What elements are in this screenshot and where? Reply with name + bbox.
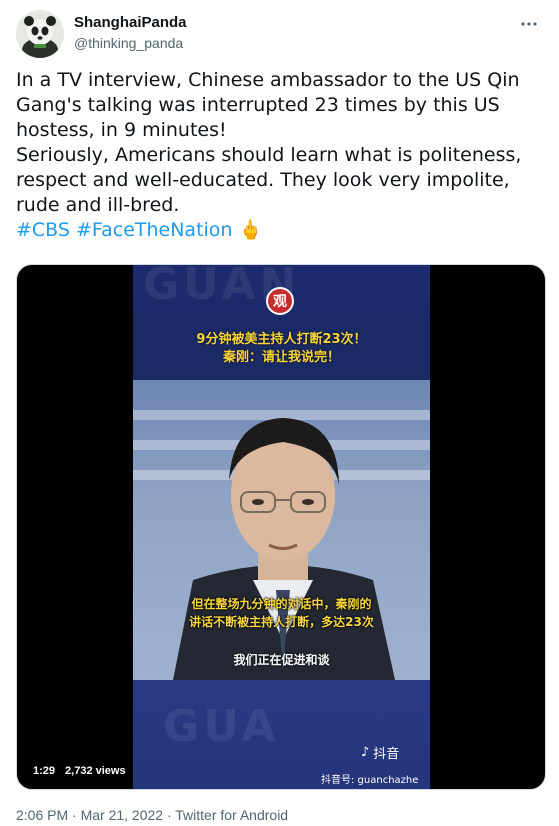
video-duration: 1:29 — [33, 765, 56, 777]
tiktok-id: 抖音号: guanchazhe — [321, 775, 419, 786]
hashtag-cbs[interactable]: #CBS — [16, 219, 70, 241]
video-player[interactable]: GUAN GUA 观 9分钟被美主持人打断23次！ 秦刚：请让我说完！ 但在整场… — [16, 264, 546, 790]
headline-line-2: 秦刚：请让我说完！ — [222, 350, 340, 365]
background-watermark-bottom: GUA — [163, 701, 280, 752]
more-options-button[interactable] — [517, 12, 541, 36]
hashtag-facethenation[interactable]: #FaceTheNation — [76, 219, 232, 241]
avatar[interactable] — [16, 10, 64, 58]
video-scene — [133, 380, 430, 680]
channel-logo: 观 — [266, 287, 294, 315]
display-name[interactable]: ShanghaiPanda — [74, 14, 187, 32]
tweet-paragraph-2: Seriously, Americans should learn what i… — [16, 144, 522, 216]
tweet-header: ShanghaiPanda @thinking_panda — [16, 6, 543, 58]
video-headline: 9分钟被美主持人打断23次！ 秦刚：请让我说完！ — [133, 331, 430, 367]
middle-finger-emoji: 🖕 — [238, 219, 263, 241]
tiktok-watermark: ♪ 抖音 — [361, 743, 399, 762]
tweet-paragraph-1: In a TV interview, Chinese ambassador to… — [16, 69, 520, 141]
tiktok-icon: ♪ — [361, 745, 370, 760]
headline-line-1: 9分钟被美主持人打断23次！ — [196, 332, 367, 347]
video-meta: 1:29 2,732 views — [33, 765, 126, 777]
video-frame[interactable]: GUAN GUA 观 9分钟被美主持人打断23次！ 秦刚：请让我说完！ 但在整场… — [133, 265, 430, 789]
person-figure — [173, 418, 395, 680]
more-dots-icon — [521, 22, 537, 26]
tweet-text: In a TV interview, Chinese ambassador to… — [16, 68, 543, 243]
user-handle[interactable]: @thinking_panda — [74, 34, 187, 52]
panda-avatar-icon — [16, 10, 64, 58]
tweet-timestamp[interactable]: 2:06 PM · Mar 21, 2022 · Twitter for And… — [16, 806, 288, 824]
user-block[interactable]: ShanghaiPanda @thinking_panda — [74, 14, 187, 52]
tiktok-label: 抖音 — [373, 747, 400, 762]
video-subtitle: 但在整场九分钟的对话中，秦刚的 讲话不断被主持人打断，多达23次 — [133, 595, 430, 631]
subtitle-line-2: 讲话不断被主持人打断，多达23次 — [189, 615, 374, 629]
subtitle-line-1: 但在整场九分钟的对话中，秦刚的 — [191, 597, 372, 611]
video-subtitle-translation: 我们正在促进和谈 — [233, 653, 330, 667]
hashtag-row: #CBS #FaceTheNation 🖕 — [16, 218, 543, 243]
video-views: 2,732 views — [65, 765, 126, 777]
